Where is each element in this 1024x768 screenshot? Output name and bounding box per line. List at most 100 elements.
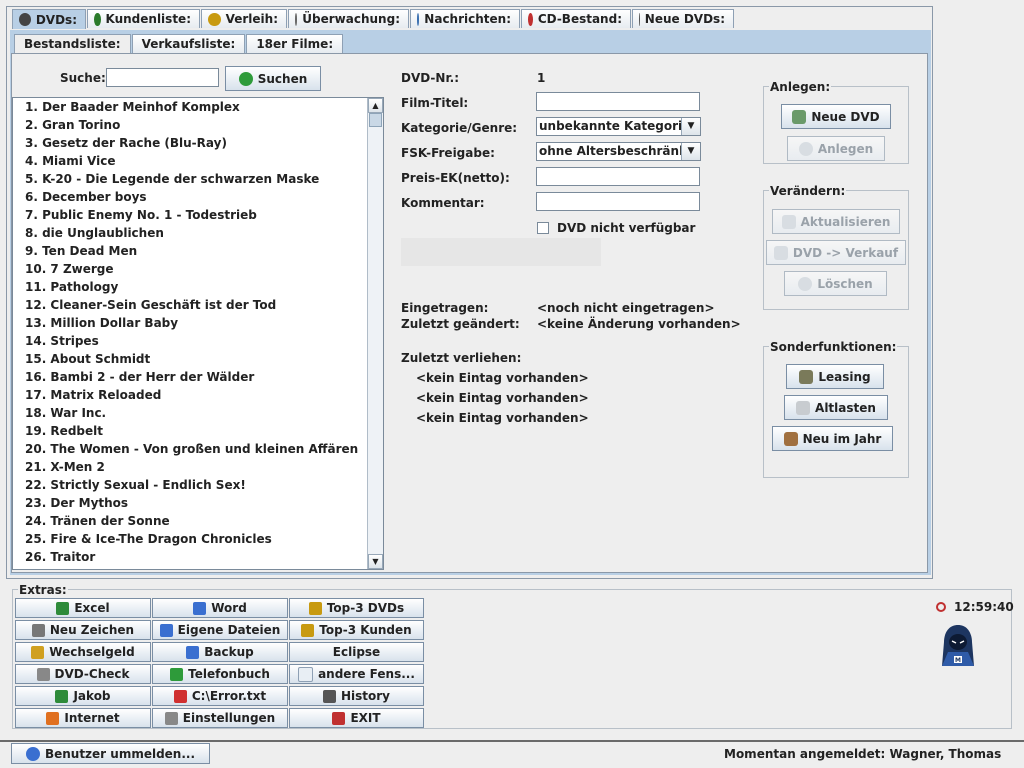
disc-icon: [19, 13, 31, 26]
category-select[interactable]: unbekannte Kategorie ▼: [536, 117, 701, 136]
extras-button[interactable]: Backup: [152, 642, 288, 662]
list-item[interactable]: 18. War Inc.: [13, 404, 369, 422]
extras-button[interactable]: Top-3 Kunden: [289, 620, 424, 640]
list-item[interactable]: 2. Gran Torino: [13, 116, 369, 134]
list-item[interactable]: 19. Redbelt: [13, 422, 369, 440]
extras-button[interactable]: EXIT: [289, 708, 424, 728]
scroll-thumb[interactable]: [369, 113, 382, 127]
list-item[interactable]: 25. Fire & Ice-The Dragon Chronicles: [13, 530, 369, 548]
changed-value: <keine Änderung vorhanden>: [537, 317, 741, 331]
extras-button[interactable]: Eigene Dateien: [152, 620, 288, 640]
sub-tab-bar: Bestandsliste: Verkaufsliste: 18er Filme:: [14, 34, 344, 53]
logout-button[interactable]: Benutzer ummelden...: [11, 743, 210, 764]
search-button[interactable]: Suchen: [225, 66, 321, 91]
extras-button[interactable]: Top-3 DVDs: [289, 598, 424, 618]
main-tab[interactable]: Nachrichten:: [410, 9, 520, 28]
main-tab[interactable]: CD-Bestand:: [521, 9, 631, 28]
list-item[interactable]: 11. Pathology: [13, 278, 369, 296]
disc-plus-icon: [792, 109, 807, 124]
extras-button[interactable]: andere Fens...: [289, 664, 424, 684]
new-in-year-label: Neu im Jahr: [802, 431, 882, 446]
app-icon: [301, 623, 315, 637]
list-item[interactable]: 22. Strictly Sexual - Endlich Sex!: [13, 476, 369, 494]
list-item[interactable]: 14. Stripes: [13, 332, 369, 350]
list-item[interactable]: 13. Million Dollar Baby: [13, 314, 369, 332]
extras-button[interactable]: Neu Zeichen: [15, 620, 151, 640]
users-icon: [94, 12, 101, 26]
delete-button[interactable]: Löschen: [784, 271, 887, 296]
to-sale-button[interactable]: DVD -> Verkauf: [766, 240, 906, 265]
scroll-up-button[interactable]: ▲: [368, 98, 383, 113]
trash-icon: [796, 400, 811, 415]
main-tab[interactable]: DVDs:: [12, 9, 86, 29]
title-label: Film-Titel:: [401, 96, 469, 110]
extras-button-label: Eclipse: [332, 645, 381, 659]
extras-button[interactable]: Einstellungen: [152, 708, 288, 728]
title-input[interactable]: [536, 92, 700, 111]
comment-input[interactable]: [536, 192, 700, 211]
unavailable-checkbox[interactable]: [537, 222, 549, 234]
magnifier-icon: [295, 12, 298, 26]
lent-label: Zuletzt verliehen:: [401, 351, 522, 365]
list-item[interactable]: 5. K-20 - Die Legende der schwarzen Mask…: [13, 170, 369, 188]
list-item[interactable]: 15. About Schmidt: [13, 350, 369, 368]
create-button[interactable]: Anlegen: [787, 136, 885, 161]
new-in-year-button[interactable]: Neu im Jahr: [772, 426, 893, 451]
main-tab[interactable]: Kundenliste:: [87, 9, 200, 28]
main-tab[interactable]: Überwachung:: [288, 9, 409, 28]
list-scrollbar[interactable]: ▲ ▼: [367, 98, 383, 569]
legacy-button[interactable]: Altlasten: [784, 395, 888, 420]
main-tab[interactable]: Neue DVDs:: [632, 9, 734, 28]
update-button[interactable]: Aktualisieren: [772, 209, 900, 234]
extras-button[interactable]: DVD-Check: [15, 664, 151, 684]
sub-tab[interactable]: Bestandsliste:: [14, 34, 131, 53]
extras-button[interactable]: History: [289, 686, 424, 706]
chevron-down-icon[interactable]: ▼: [681, 143, 700, 160]
list-item[interactable]: 26. Traitor: [13, 548, 369, 566]
list-item[interactable]: 24. Tränen der Sonne: [13, 512, 369, 530]
extras-button-label: History: [340, 689, 391, 703]
extras-button[interactable]: Eclipse: [289, 642, 424, 662]
list-item[interactable]: 7. Public Enemy No. 1 - Todestrieb: [13, 206, 369, 224]
fsk-label: FSK-Freigabe:: [401, 146, 495, 160]
main-tab[interactable]: Verleih:: [201, 9, 287, 28]
list-item[interactable]: 23. Der Mythos: [13, 494, 369, 512]
list-item[interactable]: 1. Der Baader Meinhof Komplex: [13, 98, 369, 116]
list-item[interactable]: 12. Cleaner-Sein Geschäft ist der Tod: [13, 296, 369, 314]
search-input[interactable]: [106, 68, 219, 87]
new-dvd-button[interactable]: Neue DVD: [781, 104, 891, 129]
extras-button[interactable]: Telefonbuch: [152, 664, 288, 684]
list-item[interactable]: 17. Matrix Reloaded: [13, 386, 369, 404]
sub-tab[interactable]: 18er Filme:: [246, 34, 344, 53]
list-item[interactable]: 20. The Women - Von großen und kleinen A…: [13, 440, 369, 458]
chevron-down-icon[interactable]: ▼: [681, 118, 700, 135]
extras-button[interactable]: Internet: [15, 708, 151, 728]
list-item[interactable]: 10. 7 Zwerge: [13, 260, 369, 278]
list-item[interactable]: 4. Miami Vice: [13, 152, 369, 170]
scroll-down-button[interactable]: ▼: [368, 554, 383, 569]
extras-button-label: Eigene Dateien: [177, 623, 281, 637]
list-item[interactable]: 16. Bambi 2 - der Herr der Wälder: [13, 368, 369, 386]
leasing-button[interactable]: Leasing: [786, 364, 884, 389]
extras-button[interactable]: Jakob: [15, 686, 151, 706]
list-item[interactable]: 3. Gesetz der Rache (Blu-Ray): [13, 134, 369, 152]
extras-button[interactable]: Excel: [15, 598, 151, 618]
app-icon: [308, 601, 322, 615]
extras-button[interactable]: Wechselgeld: [15, 642, 151, 662]
extras-button-label: Telefonbuch: [188, 667, 270, 681]
sub-tab[interactable]: Verkaufsliste:: [131, 34, 246, 53]
extras-button[interactable]: Word: [152, 598, 288, 618]
app-icon: [159, 623, 173, 637]
price-input[interactable]: [536, 167, 700, 186]
extras-button[interactable]: C:\Error.txt: [152, 686, 288, 706]
mascot-logo-icon: M: [934, 622, 982, 670]
lent-entry: <kein Eintag vorhanden>: [416, 411, 589, 425]
list-item[interactable]: 6. December boys: [13, 188, 369, 206]
fsk-select[interactable]: ohne Altersbeschränk... ▼: [536, 142, 701, 161]
dvd-list[interactable]: 1. Der Baader Meinhof Komplex 2. Gran Tor…: [12, 97, 384, 570]
leasing-label: Leasing: [818, 369, 871, 384]
list-item[interactable]: 8. die Unglaublichen: [13, 224, 369, 242]
app-icon: [173, 689, 187, 703]
list-item[interactable]: 9. Ten Dead Men: [13, 242, 369, 260]
list-item[interactable]: 21. X-Men 2: [13, 458, 369, 476]
